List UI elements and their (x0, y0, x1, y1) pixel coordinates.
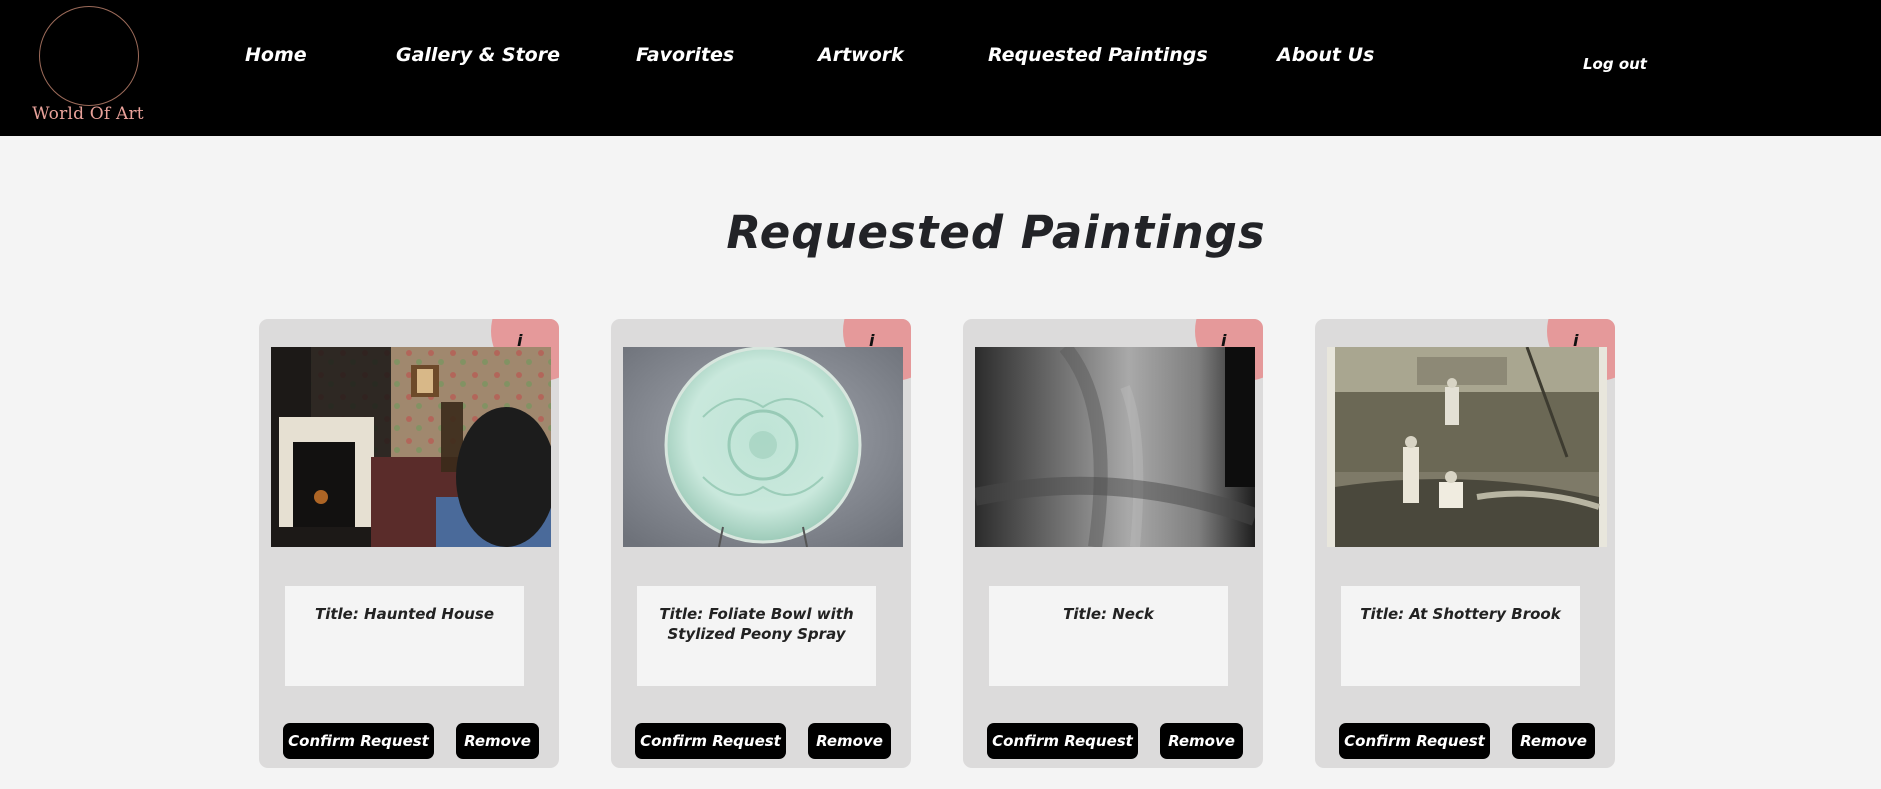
top-navbar: World Of Art Home Gallery & Store Favori… (0, 0, 1881, 136)
page-title: Requested Paintings (726, 206, 1266, 259)
remove-button[interactable]: Remove (456, 723, 539, 759)
world-of-art-logo[interactable]: World Of Art (28, 6, 148, 130)
confirm-request-button[interactable]: Confirm Request (283, 723, 434, 759)
logout-link[interactable]: Log out (1583, 55, 1647, 73)
painting-card: i Title: Neck Confirm Request Remove (963, 319, 1263, 768)
neck-photo-icon (975, 347, 1255, 547)
painting-card: i Title: Foliate Bowl with Stylized Peon… (611, 319, 911, 768)
remove-button[interactable]: Remove (808, 723, 891, 759)
painting-card: i Title: At Shottery Brook Confirm Reque… (1315, 319, 1615, 768)
painting-title: Title: Neck (989, 586, 1228, 686)
nav-gallery-store[interactable]: Gallery & Store (396, 44, 560, 66)
nav-about-us[interactable]: About Us (1277, 44, 1374, 66)
brook-landscape-icon (1327, 347, 1607, 547)
logo-text: World Of Art (32, 104, 144, 124)
painting-title: Title: At Shottery Brook (1341, 586, 1580, 686)
confirm-request-button[interactable]: Confirm Request (987, 723, 1138, 759)
remove-button[interactable]: Remove (1160, 723, 1243, 759)
nav-artwork[interactable]: Artwork (818, 44, 904, 66)
logo-circle-icon (39, 6, 139, 106)
remove-button[interactable]: Remove (1512, 723, 1595, 759)
painting-card: i Title: Haunted House Confirm Request R… (259, 319, 559, 768)
painting-interior-icon (271, 347, 551, 547)
celadon-bowl-icon (623, 347, 903, 547)
confirm-request-button[interactable]: Confirm Request (1339, 723, 1490, 759)
nav-requested-paintings[interactable]: Requested Paintings (988, 44, 1208, 66)
nav-favorites[interactable]: Favorites (636, 44, 734, 66)
confirm-request-button[interactable]: Confirm Request (635, 723, 786, 759)
nav-home[interactable]: Home (245, 44, 307, 66)
painting-title: Title: Haunted House (285, 586, 524, 686)
painting-title: Title: Foliate Bowl with Stylized Peony … (637, 586, 876, 686)
